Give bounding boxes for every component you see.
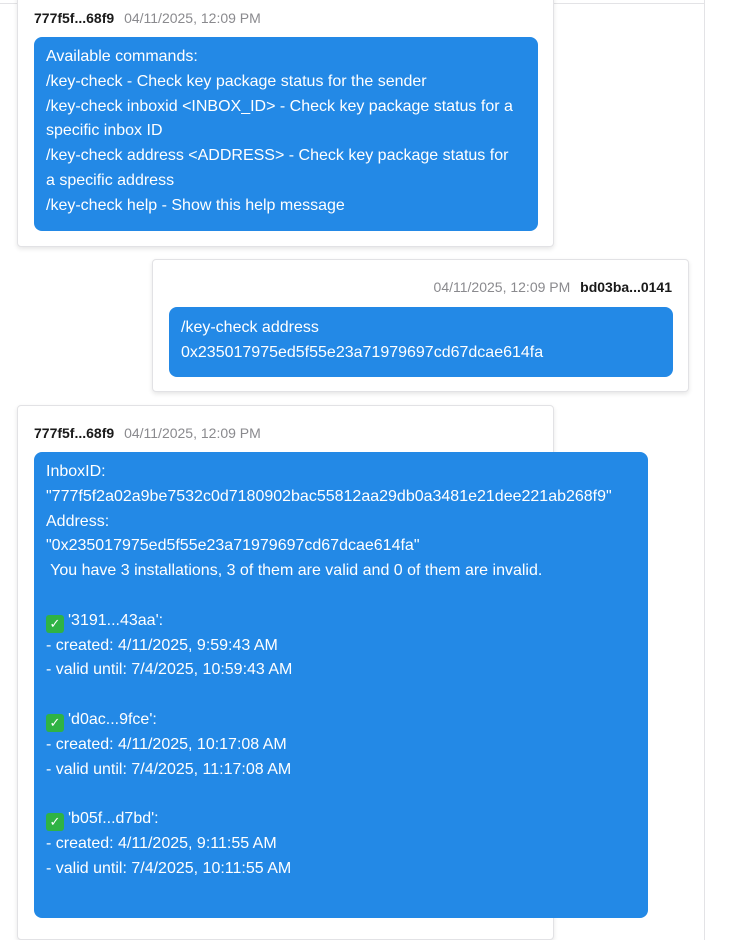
blank-line: ​ (46, 683, 636, 708)
message-line: You have 3 installations, 3 of them are … (46, 562, 543, 580)
installation-created: - created: 4/11/2025, 9:59:43 AM (46, 636, 278, 654)
message-line: /key-check - Check key package status fo… (46, 72, 427, 90)
message-bubble: InboxID: "777f5f2a02a9be7532c0d7180902ba… (34, 452, 648, 918)
installation-valid-until: - valid until: 7/4/2025, 10:11:55 AM (46, 859, 292, 877)
message-bubble: Available commands: /key-check - Check k… (34, 37, 538, 231)
check-mark-icon: ✓ (46, 713, 64, 732)
message-line: specific inbox ID (46, 122, 163, 140)
message-meta: 777f5f...68f9 04/11/2025, 12:09 PM (34, 10, 261, 26)
message-line: /key-check address (181, 319, 319, 336)
installation-created: - created: 4/11/2025, 9:11:55 AM (46, 834, 277, 852)
installation-id: 'b05f...d7bd': (68, 810, 159, 828)
message-card-outgoing: 04/11/2025, 12:09 PM bd03ba...0141 /key-… (152, 259, 689, 392)
message-timestamp: 04/11/2025, 12:09 PM (124, 10, 261, 26)
installation-header: ✓'d0ac...9fce': (46, 708, 636, 733)
installation-valid-until: - valid until: 7/4/2025, 10:59:43 AM (46, 661, 293, 679)
message-bubble: /key-check address 0x235017975ed5f55e23a… (169, 307, 673, 377)
chat-area[interactable]: 777f5f...68f9 04/11/2025, 12:09 PM Avail… (0, 0, 705, 940)
sender-address[interactable]: bd03ba...0141 (580, 279, 672, 295)
message-line: "0x235017975ed5f55e23a71979697cd67dcae61… (46, 537, 420, 555)
blank-line: ​ (46, 584, 636, 609)
message-line: a specific address (46, 171, 175, 189)
sender-address[interactable]: 777f5f...68f9 (34, 425, 114, 441)
message-line: /key-check inboxid <INBOX_ID> - Check ke… (46, 97, 513, 115)
installation-valid-until: - valid until: 7/4/2025, 11:17:08 AM (46, 760, 292, 778)
message-line: Available commands: (46, 48, 198, 65)
sender-address[interactable]: 777f5f...68f9 (34, 10, 114, 26)
check-mark-icon: ✓ (46, 813, 64, 832)
message-line: /key-check address <ADDRESS> - Check key… (46, 147, 509, 165)
installation-header: ✓'b05f...d7bd': (46, 807, 636, 832)
blank-line: ​ (46, 782, 636, 807)
check-mark-icon: ✓ (46, 614, 64, 633)
message-timestamp: 04/11/2025, 12:09 PM (124, 425, 261, 441)
message-line: InboxID: (46, 463, 106, 480)
installation-header: ✓ '3191...43aa': (46, 609, 636, 634)
message-line: 0x235017975ed5f55e23a71979697cd67dcae614… (181, 343, 544, 361)
message-line: "777f5f2a02a9be7532c0d7180902bac55812aa2… (46, 487, 612, 505)
installation-id: '3191...43aa': (68, 611, 164, 629)
message-card-incoming: 777f5f...68f9 04/11/2025, 12:09 PM Avail… (17, 0, 554, 247)
message-meta: 777f5f...68f9 04/11/2025, 12:09 PM (34, 425, 261, 441)
message-meta: 04/11/2025, 12:09 PM bd03ba...0141 (434, 279, 672, 295)
message-timestamp: 04/11/2025, 12:09 PM (433, 279, 571, 295)
message-line: Address: (46, 512, 110, 530)
message-card-incoming: 777f5f...68f9 04/11/2025, 12:09 PM Inbox… (17, 405, 648, 940)
installation-id: 'd0ac...9fce': (68, 710, 157, 728)
message-line: /key-check help - Show this help message (46, 196, 345, 214)
installation-created: - created: 4/11/2025, 10:17:08 AM (46, 735, 287, 753)
